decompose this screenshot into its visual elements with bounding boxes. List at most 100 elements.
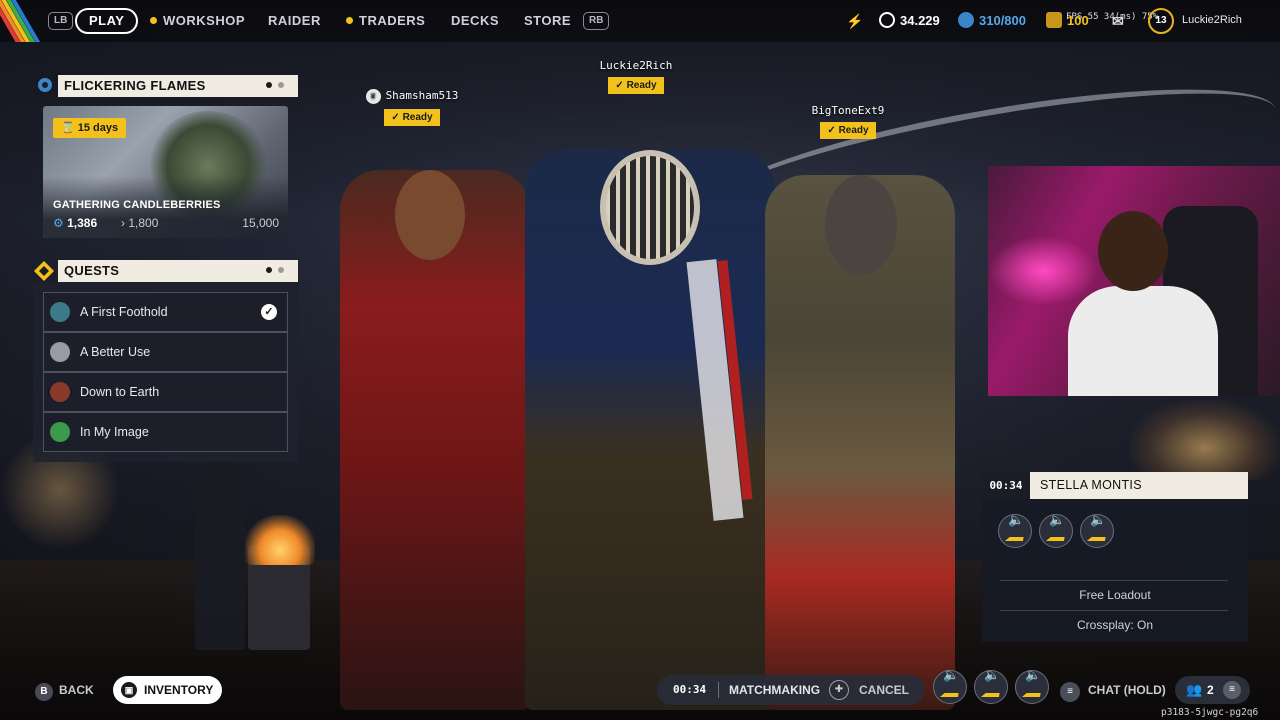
event-progress: ⚙ 1,386 › 1,800 15,000 (53, 216, 279, 230)
tab-traders[interactable]: TRADERS (346, 12, 425, 30)
tab-raider[interactable]: RAIDER (268, 12, 321, 30)
session-id: p3183-5jwgc-pg2q6 (1161, 707, 1259, 718)
webcam-backlight (988, 236, 1098, 306)
social-icon[interactable]: ⚡ (846, 12, 863, 30)
crossplay-status: Crossplay: On (1076, 618, 1154, 632)
player-tag-3: BigToneExt9 ✓ Ready (804, 104, 892, 139)
coins-counter[interactable]: 34.229 (879, 12, 940, 30)
ready-label: Ready (838, 125, 869, 136)
speaker-icon: 🔈 (984, 667, 1001, 682)
chat-icon: ≡ (1060, 682, 1080, 702)
progress-milestone: › 1,800 (121, 216, 158, 230)
player-name: Shamsham513 (385, 89, 459, 102)
background-npc (195, 460, 245, 650)
squad-slot[interactable]: 🔈 (1080, 512, 1114, 548)
hourglass-icon: ⌛ (61, 122, 78, 134)
rank-chevron-icon (939, 685, 961, 697)
ready-badge: ✓ Ready (820, 122, 876, 139)
tab-workshop[interactable]: WORKSHOP (150, 12, 245, 30)
panel-pager[interactable] (266, 82, 290, 90)
coin-icon (879, 12, 895, 28)
quest-giver-avatar (50, 342, 70, 362)
gear-small-icon: ⚙ (53, 216, 68, 230)
quest-item[interactable]: Down to Earth (43, 372, 288, 412)
event-card[interactable]: ⌛ 15 days GATHERING CANDLEBERRIES ⚙ 1,38… (43, 106, 288, 238)
mail-icon[interactable]: ✉ (1112, 12, 1124, 30)
event-title: FLICKERING FLAMES (64, 78, 206, 93)
premium-icon (1046, 12, 1062, 28)
ready-badge: ✓ Ready (384, 109, 440, 126)
squad-slot-bottom[interactable]: 🔈 (1015, 667, 1049, 704)
tab-decks[interactable]: DECKS (451, 12, 499, 30)
quest-item[interactable]: A Better Use (43, 332, 288, 372)
barrel-fire (245, 515, 315, 565)
rank-chevron-icon (1086, 529, 1108, 541)
menu-icon[interactable]: ≡ (1223, 681, 1241, 699)
rank-chevron-icon (1004, 529, 1026, 541)
chat-label: CHAT (HOLD) (1088, 683, 1166, 697)
quests-panel-header[interactable]: QUESTS (58, 260, 298, 282)
rank-chevron-icon (980, 685, 1002, 697)
tab-workshop-label: WORKSHOP (163, 13, 245, 28)
party-button[interactable]: 👥 2 ≡ (1175, 676, 1250, 704)
stash-counter[interactable]: 310/800 (958, 12, 1026, 30)
raider-helmet (600, 150, 700, 265)
quests-title: QUESTS (64, 263, 120, 278)
profile-username[interactable]: Luckie2Rich (1182, 14, 1242, 26)
squad-slot[interactable]: 🔈 (998, 512, 1032, 548)
cancel-button-icon[interactable]: ✚ (829, 680, 849, 700)
event-days: 15 days (77, 122, 119, 134)
rainbow-stripes-logo (0, 0, 44, 42)
inventory-button[interactable]: ▣ INVENTORY (113, 676, 222, 704)
cancel-button[interactable]: CANCEL (859, 675, 909, 705)
pager-dot (278, 267, 284, 273)
speaker-icon: 🔈 (1025, 667, 1042, 682)
divider (1000, 580, 1228, 581)
back-label: BACK (59, 683, 94, 697)
ready-badge: ✓ Ready (608, 77, 664, 94)
panel-pager[interactable] (266, 267, 290, 275)
streamer-webcam (988, 166, 1280, 396)
back-button[interactable]: B BACK (35, 680, 94, 701)
quest-giver-avatar (50, 302, 70, 322)
divider (1000, 610, 1228, 611)
squad-slot[interactable]: 🔈 (1039, 512, 1073, 548)
quest-item[interactable]: A First Foothold ✓ (43, 292, 288, 332)
lobby-timer: 00:34 (982, 472, 1030, 499)
top-nav-bar: LB PLAY WORKSHOP RAIDER TRADERS DECKS ST… (0, 0, 1280, 42)
player-name: Luckie2Rich (599, 59, 673, 72)
pager-dot (278, 82, 284, 88)
coins-value: 34.229 (900, 13, 940, 28)
rank-chevron-icon (1045, 529, 1067, 541)
pager-dot-active (266, 82, 272, 88)
rb-bumper-hint: RB (583, 12, 610, 30)
tab-traders-label: TRADERS (359, 13, 426, 28)
inventory-label: INVENTORY (144, 683, 214, 697)
quest-label: A First Foothold (80, 305, 168, 319)
event-panel-header[interactable]: FLICKERING FLAMES (58, 75, 298, 97)
matchmaking-status: MATCHMAKING (729, 683, 821, 697)
party-icon: 👥 (1186, 682, 1203, 697)
chat-button[interactable]: ≡ CHAT (HOLD) (1060, 680, 1166, 702)
candle-glow-right (1130, 400, 1280, 480)
raider-mask (825, 175, 897, 275)
player-name: BigToneExt9 (811, 104, 885, 117)
tab-store[interactable]: STORE (524, 12, 571, 30)
event-objective: GATHERING CANDLEBERRIES (53, 199, 221, 211)
raider-character-1 (340, 170, 530, 710)
inventory-icon: ▣ (121, 682, 137, 698)
player-level-badge[interactable]: 13 (1148, 8, 1174, 34)
streamer-body (1068, 286, 1218, 396)
matchmaking-bar: 00:34 MATCHMAKING ✚ CANCEL (657, 675, 925, 705)
squad-slot-bottom[interactable]: 🔈 (974, 667, 1008, 704)
streamer-head (1098, 211, 1168, 291)
quest-label: Down to Earth (80, 385, 160, 399)
lb-bumper-hint: LB (48, 12, 74, 30)
quest-item[interactable]: In My Image (43, 412, 288, 452)
squad-slot-bottom[interactable]: 🔈 (933, 667, 967, 704)
gear-icon (35, 75, 59, 99)
player-tag-2: Luckie2Rich ✓ Ready (592, 59, 680, 94)
speaker-icon: 🔈 (1008, 512, 1025, 527)
crown-icon: ♛ (365, 89, 381, 104)
tab-play[interactable]: PLAY (75, 8, 139, 34)
